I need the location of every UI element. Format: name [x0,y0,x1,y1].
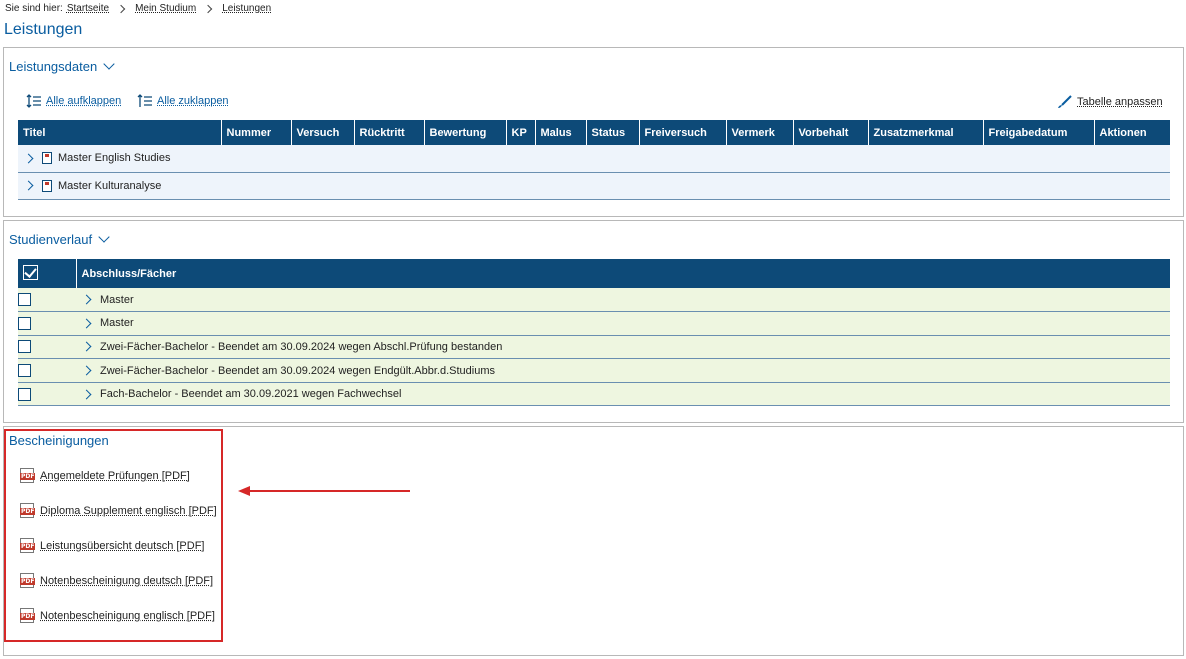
collapse-all-icon [137,94,152,107]
row-label: Master [100,293,134,306]
row-checkbox[interactable] [18,387,31,401]
performance-panel-title: Leistungsdaten [9,59,98,74]
column-header-title[interactable]: Titel [18,120,221,145]
arrow-left-icon [238,486,410,496]
document-icon [42,179,52,192]
chevron-down-icon [103,58,115,70]
row-checkbox[interactable] [18,340,31,354]
breadcrumb-item-performance[interactable]: Leistungen [222,3,271,14]
row-title: Master Kulturanalyse [58,179,162,192]
select-all-checkbox[interactable] [18,259,76,288]
performance-table-header: Titel Nummer Versuch Rücktritt Bewertung… [18,120,1170,145]
study-progress-panel: Studienverlauf Abschluss/Fächer Master M… [3,220,1184,423]
table-row[interactable]: Fach-Bachelor - Beendet am 30.09.2021 we… [18,382,1170,407]
checkbox-checked-icon [23,264,38,280]
column-header-status[interactable]: Status [585,120,639,145]
chevron-right-icon[interactable] [81,389,92,400]
column-header-additional-feature[interactable]: Zusatzmerkmal [867,120,983,145]
column-header-attempt[interactable]: Versuch [290,120,354,145]
row-label: Master [100,317,134,330]
highlight-box [4,429,223,642]
chevron-right-icon [116,4,126,13]
breadcrumb: Sie sind hier: Startseite Mein Studium L… [5,3,271,14]
row-label: Zwei-Fächer-Bachelor - Beendet am 30.09.… [100,364,496,377]
column-header-degree-subjects[interactable]: Abschluss/Fächer [75,259,1170,288]
column-header-grade[interactable]: Bewertung [423,120,506,145]
performance-panel: Leistungsdaten Alle aufklappen Alle zukl… [3,47,1184,217]
row-checkbox[interactable] [18,364,31,378]
table-row[interactable]: Master [18,311,1170,336]
chevron-right-icon[interactable] [81,318,92,329]
column-header-number[interactable]: Nummer [220,120,291,145]
study-progress-panel-toggle[interactable]: Studienverlauf [9,231,110,247]
document-icon [42,152,52,165]
chevron-right-icon [203,4,213,13]
table-row[interactable]: Master [18,288,1170,313]
page-title: Leistungen [4,21,83,38]
column-header-note[interactable]: Vermerk [725,120,793,145]
collapse-all-link[interactable]: Alle zuklappen [137,94,229,108]
customize-table-link[interactable]: Tabelle anpassen [1057,95,1163,109]
expand-all-label: Alle aufklappen [46,95,122,107]
breadcrumb-item-home[interactable]: Startseite [67,3,109,14]
table-row[interactable]: Zwei-Fächer-Bachelor - Beendet am 30.09.… [18,358,1170,383]
table-row[interactable]: Master English Studies [18,145,1170,173]
study-progress-panel-title: Studienverlauf [9,232,93,247]
breadcrumb-prefix: Sie sind hier: [5,3,63,14]
expand-all-link[interactable]: Alle aufklappen [26,94,121,108]
column-header-credits[interactable]: KP [505,120,535,145]
customize-table-label: Tabelle anpassen [1077,96,1163,108]
table-row[interactable]: Master Kulturanalyse [18,172,1170,200]
study-progress-table-header: Abschluss/Fächer [18,259,1170,288]
expand-all-icon [26,94,41,108]
chevron-right-icon[interactable] [81,294,92,305]
performance-panel-toggle[interactable]: Leistungsdaten [9,58,115,74]
column-header-reservation[interactable]: Vorbehalt [792,120,868,145]
column-header-free-attempt[interactable]: Freiversuch [638,120,726,145]
row-checkbox[interactable] [18,316,31,330]
chevron-right-icon[interactable] [81,365,92,376]
column-header-withdrawal[interactable]: Rücktritt [353,120,424,145]
row-label: Fach-Bachelor - Beendet am 30.09.2021 we… [100,388,402,401]
collapse-all-label: Alle zuklappen [157,95,229,107]
column-header-release-date[interactable]: Freigabedatum [982,120,1094,145]
row-label: Zwei-Fächer-Bachelor - Beendet am 30.09.… [100,340,503,353]
chevron-right-icon[interactable] [81,342,92,352]
breadcrumb-item-my-studies[interactable]: Mein Studium [135,3,196,14]
chevron-right-icon[interactable] [23,153,34,164]
row-checkbox[interactable] [18,293,31,307]
chevron-down-icon [98,231,110,243]
column-header-actions[interactable]: Aktionen [1093,120,1170,145]
brush-icon [1058,95,1072,108]
chevron-right-icon[interactable] [23,180,34,191]
row-title: Master English Studies [58,152,171,165]
study-progress-table: Abschluss/Fächer Master Master Zwei-Fäch… [18,259,1170,407]
table-row[interactable]: Zwei-Fächer-Bachelor - Beendet am 30.09.… [18,335,1170,360]
column-header-malus[interactable]: Malus [534,120,586,145]
performance-table: Titel Nummer Versuch Rücktritt Bewertung… [18,120,1170,200]
